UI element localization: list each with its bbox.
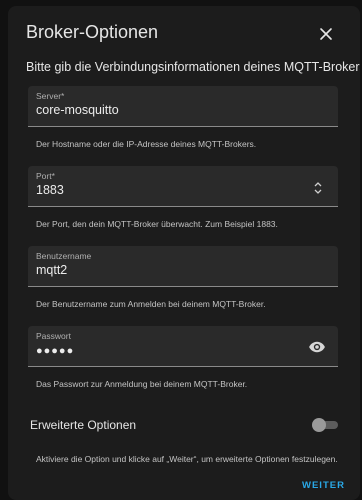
dialog-title: Broker-Optionen	[26, 22, 159, 42]
password-helper: Das Passwort zur Anmeldung bei deinem MQ…	[36, 379, 248, 389]
close-icon	[320, 28, 332, 40]
next-button[interactable]: WEITER	[302, 480, 345, 491]
spinner-arrows-icon	[314, 182, 322, 194]
close-button[interactable]	[316, 24, 336, 44]
password-input[interactable]: ●●●●●	[36, 345, 74, 357]
password-label: Passwort	[36, 331, 71, 341]
username-input[interactable]: mqtt2	[36, 263, 67, 277]
port-helper: Der Port, den dein MQTT-Broker überwacht…	[36, 219, 278, 229]
toggle-knob	[312, 418, 326, 432]
server-input[interactable]: core-mosquitto	[36, 103, 119, 117]
eye-icon	[309, 341, 325, 353]
advanced-options-toggle[interactable]	[312, 418, 340, 432]
username-helper: Der Benutzername zum Anmelden bei deinem…	[36, 299, 266, 309]
port-stepper[interactable]	[312, 181, 324, 195]
username-label: Benutzername	[36, 251, 92, 261]
port-input[interactable]: 1883	[36, 183, 64, 197]
dialog-intro: Bitte gib die Verbindungsinformationen d…	[26, 60, 360, 74]
server-label: Server*	[36, 91, 65, 101]
advanced-options-helper: Aktiviere die Option und klicke auf „Wei…	[36, 454, 338, 464]
port-field[interactable]: Port* 1883	[28, 166, 338, 207]
advanced-options-label: Erweiterte Optionen	[30, 418, 137, 432]
show-password-button[interactable]	[308, 338, 326, 356]
broker-options-dialog: Broker-Optionen Bitte gib die Verbindung…	[8, 6, 360, 500]
server-field[interactable]: Server* core-mosquitto	[28, 86, 338, 127]
username-field[interactable]: Benutzername mqtt2	[28, 246, 338, 287]
password-field[interactable]: Passwort ●●●●●	[28, 326, 338, 367]
server-helper: Der Hostname oder die IP-Adresse deines …	[36, 139, 257, 149]
port-label: Port*	[36, 171, 55, 181]
